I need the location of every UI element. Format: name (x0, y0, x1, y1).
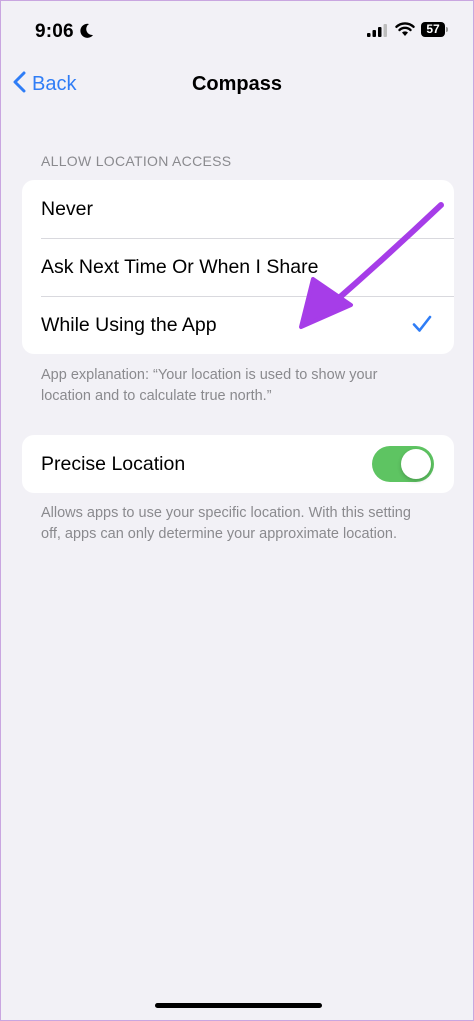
home-indicator (155, 1003, 322, 1008)
moon-icon (80, 23, 94, 44)
wifi-icon (395, 22, 415, 42)
cellular-signal-icon (367, 24, 387, 42)
navigation-bar: Back Compass (1, 63, 473, 109)
status-bar: 9:06 57 (1, 1, 473, 61)
option-label: While Using the App (41, 313, 217, 336)
annotation-arrow-icon (299, 202, 444, 329)
location-access-header: ALLOW LOCATION ACCESS (41, 153, 232, 169)
app-explanation: App explanation: “Your location is used … (41, 367, 378, 404)
precise-location-description: Allows apps to use your specific locatio… (41, 505, 411, 542)
status-time: 9:06 (35, 21, 74, 42)
toggle-knob (401, 449, 431, 479)
option-label: Never (41, 197, 94, 220)
precise-location-group: Precise Location (22, 435, 454, 493)
precise-location-toggle[interactable] (372, 446, 434, 482)
option-label: Ask Next Time Or When I Share (41, 255, 319, 278)
battery-icon: 57 (421, 22, 449, 39)
precise-location-label: Precise Location (41, 452, 186, 475)
battery-level: 57 (421, 22, 445, 37)
page-title: Compass (191, 73, 283, 95)
